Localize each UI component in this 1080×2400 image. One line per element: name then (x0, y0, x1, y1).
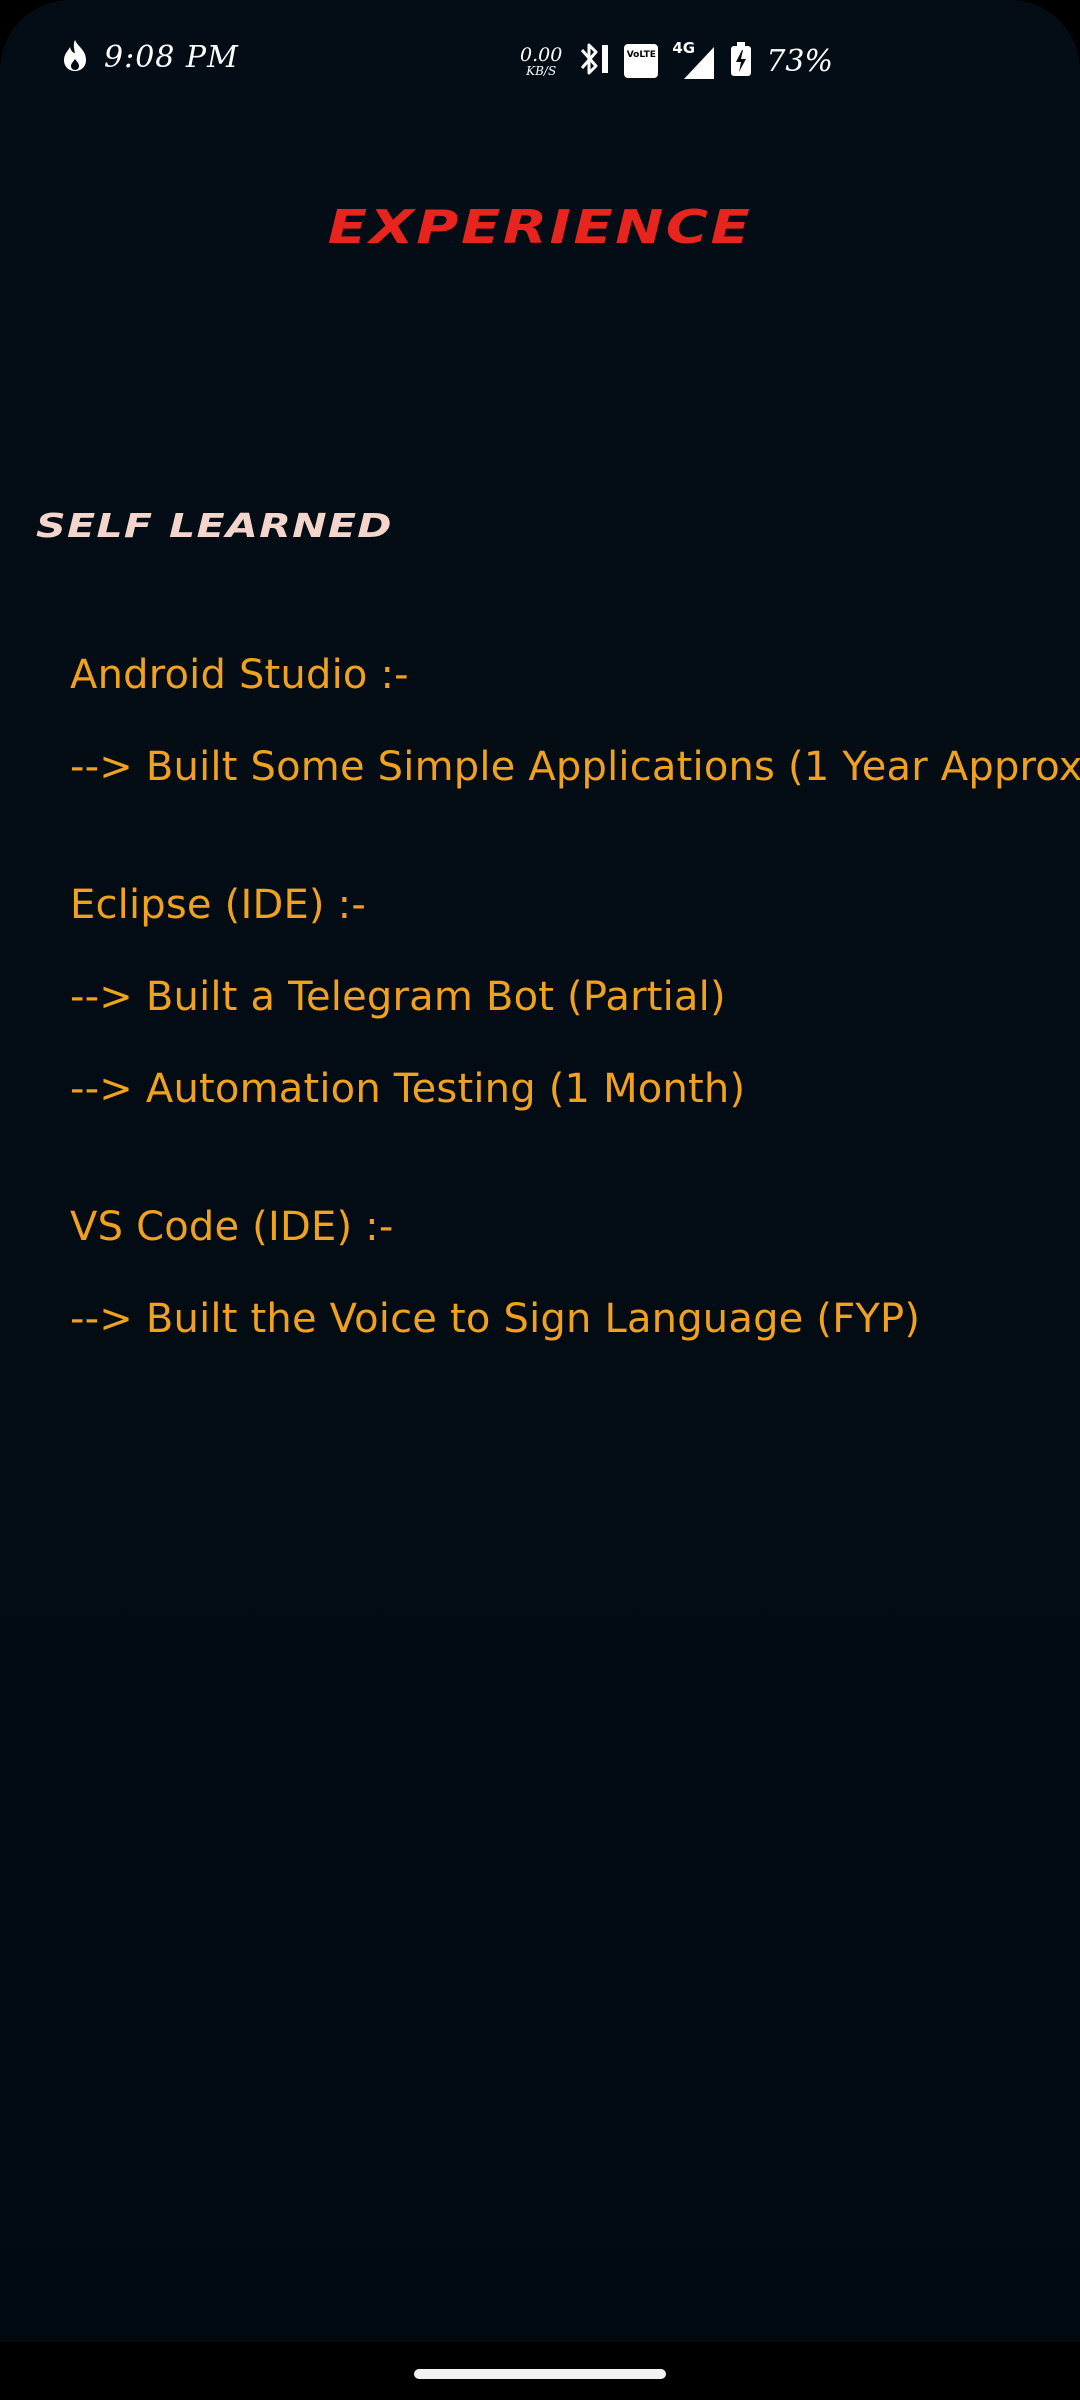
volte-icon: VoLTE (624, 44, 659, 78)
status-right: 0.00 KB/S VoLTE 4G 73% (520, 36, 833, 86)
bluetooth-icon (576, 40, 610, 82)
volte-label: VoLTE (626, 50, 656, 60)
section-title: SELF LEARNED (36, 506, 393, 545)
skill-item: --> Built the Voice to Sign Language (FY… (70, 1296, 921, 1342)
network-speed: 0.00 KB/S (520, 43, 563, 78)
network-speed-value: 0.00 (520, 43, 563, 66)
app-screen: 9:08 PM 0.00 KB/S VoLTE 4G 73% EXPERIENC… (0, 0, 1080, 2400)
network-speed-unit: KB/S (526, 63, 557, 78)
status-bar: 9:08 PM 0.00 KB/S VoLTE 4G 73% (0, 0, 1080, 120)
status-left: 9:08 PM (60, 38, 239, 76)
skill-heading-android-studio: Android Studio :- (70, 652, 409, 698)
flame-icon (60, 38, 90, 76)
skill-heading-vs-code: VS Code (IDE) :- (70, 1204, 394, 1250)
battery-percent: 73% (766, 43, 833, 79)
navigation-bar (0, 2342, 1080, 2400)
page-title: EXPERIENCE (327, 200, 753, 254)
home-indicator[interactable] (414, 2369, 666, 2379)
skill-item: --> Built a Telegram Bot (Partial) (70, 974, 726, 1020)
signal-icon: 4G (672, 39, 716, 81)
skill-item: --> Automation Testing (1 Month) (70, 1066, 746, 1112)
skill-heading-eclipse: Eclipse (IDE) :- (70, 882, 366, 928)
skill-item: --> Built Some Simple Applications (1 Ye… (70, 744, 1080, 790)
battery-icon (730, 41, 752, 81)
status-time: 9:08 PM (104, 39, 239, 75)
